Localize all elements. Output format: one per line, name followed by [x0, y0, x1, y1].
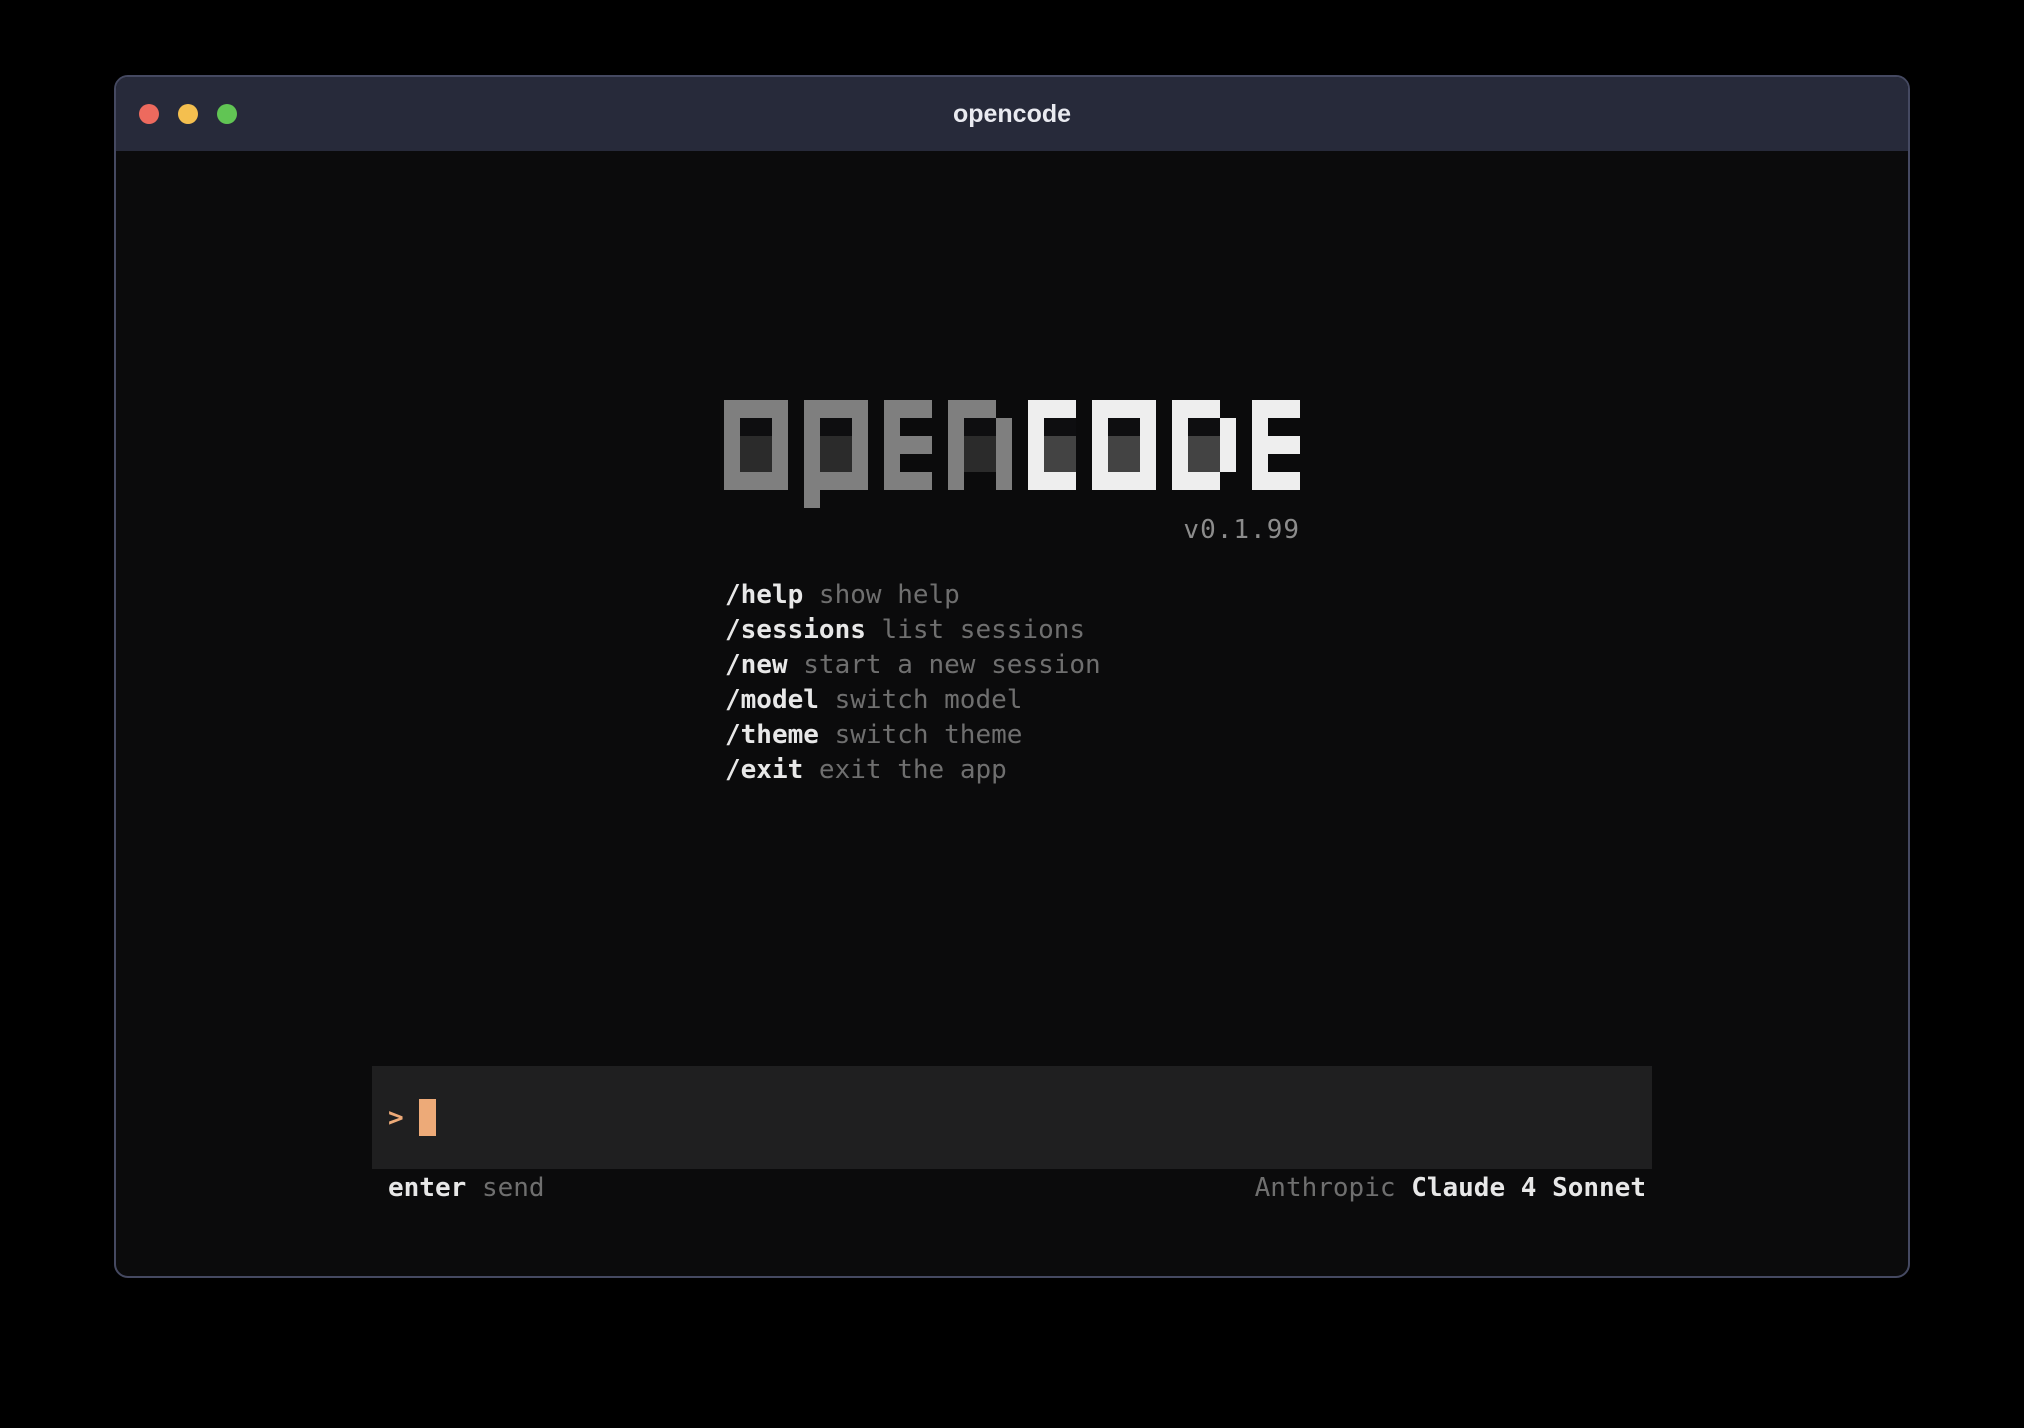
window-titlebar[interactable]: opencode: [116, 77, 1908, 151]
command-description: start a new session: [788, 650, 1101, 680]
command-description: show help: [803, 580, 960, 610]
provider-name: Anthropic: [1255, 1173, 1396, 1203]
keybind-action: send: [482, 1173, 545, 1203]
command-name: /sessions: [725, 615, 866, 645]
minimize-window-button[interactable]: [178, 104, 198, 124]
command-description: switch model: [819, 685, 1023, 715]
version-label: v0.1.99: [1183, 515, 1300, 545]
command-list: /help show help /sessions list sessions …: [725, 578, 1101, 788]
prompt-input[interactable]: >: [372, 1066, 1652, 1169]
opencode-logo: [724, 400, 1300, 508]
close-window-button[interactable]: [139, 104, 159, 124]
command-row: /theme switch theme: [725, 718, 1101, 753]
command-name: /new: [725, 650, 788, 680]
model-name: Claude 4 Sonnet: [1411, 1173, 1646, 1203]
keybind-key: enter: [388, 1173, 466, 1203]
command-name: /model: [725, 685, 819, 715]
status-bar: enter send Anthropic Claude 4 Sonnet: [388, 1173, 1646, 1204]
text-cursor: [419, 1099, 436, 1136]
zoom-window-button[interactable]: [217, 104, 237, 124]
model-indicator[interactable]: Anthropic Claude 4 Sonnet: [1255, 1173, 1646, 1204]
keybind-hint: enter send: [388, 1173, 545, 1204]
opencode-window: opencode: [114, 75, 1910, 1278]
command-name: /help: [725, 580, 803, 610]
command-row: /exit exit the app: [725, 753, 1101, 788]
command-row: /sessions list sessions: [725, 613, 1101, 648]
command-description: switch theme: [819, 720, 1023, 750]
traffic-lights: [139, 77, 237, 151]
command-description: list sessions: [866, 615, 1085, 645]
command-name: /exit: [725, 755, 803, 785]
command-row: /model switch model: [725, 683, 1101, 718]
window-title: opencode: [953, 100, 1071, 129]
command-description: exit the app: [803, 755, 1007, 785]
command-name: /theme: [725, 720, 819, 750]
command-row: /help show help: [725, 578, 1101, 613]
prompt-chevron: >: [388, 1103, 404, 1133]
command-row: /new start a new session: [725, 648, 1101, 683]
